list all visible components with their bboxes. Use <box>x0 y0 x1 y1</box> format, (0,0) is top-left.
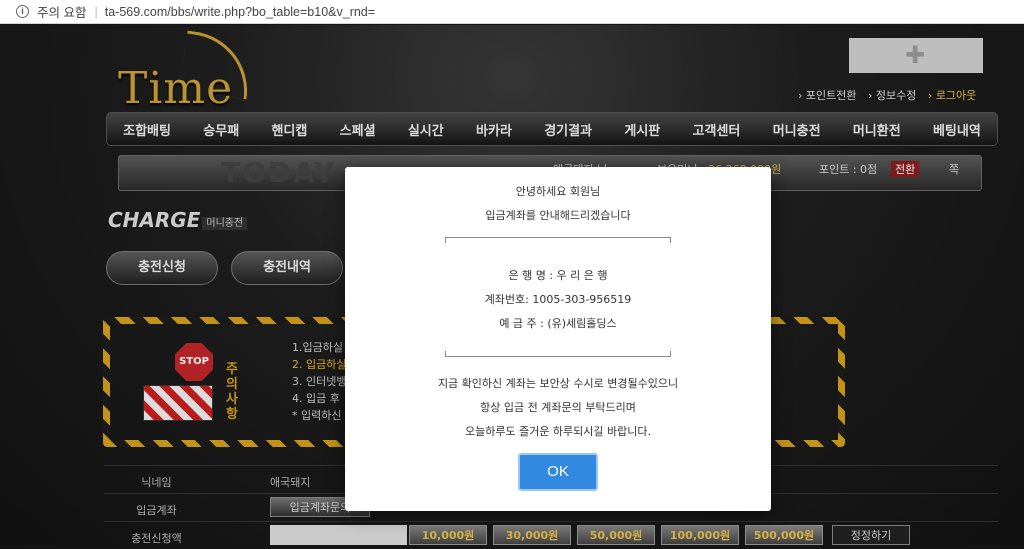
address-separator: | <box>94 4 98 19</box>
security-warning[interactable]: 주의 요함 <box>37 2 86 21</box>
ok-button[interactable]: OK <box>518 453 598 491</box>
dialog-warning-1: 지금 확인하신 계좌는 보안상 수시로 변경될수있으니 <box>437 377 679 390</box>
address-bar[interactable]: i 주의 요함 | ta-569.com/bbs/write.php?bo_ta… <box>0 0 1024 24</box>
account-holder: 예 금 주 : (유)세림홀딩스 <box>499 317 617 330</box>
divider-bottom <box>445 351 671 357</box>
dialog-intro: 입금계좌를 안내해드리겠습니다 <box>485 209 631 222</box>
divider-top <box>445 237 671 243</box>
account-info-dialog: 안녕하세요 회원님 입금계좌를 안내해드리겠습니다 은 행 명 : 우 리 은 … <box>345 167 771 511</box>
bank-name: 은 행 명 : 우 리 은 행 <box>508 269 608 282</box>
account-number: 계좌번호: 1005-303-956519 <box>484 293 632 306</box>
dialog-warning-3: 오늘하루도 즐거운 하루되시길 바랍니다. <box>464 425 652 438</box>
dialog-warning-2: 항상 입금 전 계좌문의 부탁드리며 <box>480 401 636 414</box>
dialog-greeting: 안녕하세요 회원님 <box>515 185 601 198</box>
url-text[interactable]: ta-569.com/bbs/write.php?bo_table=b10&v_… <box>105 5 375 19</box>
info-icon[interactable]: i <box>16 5 29 18</box>
